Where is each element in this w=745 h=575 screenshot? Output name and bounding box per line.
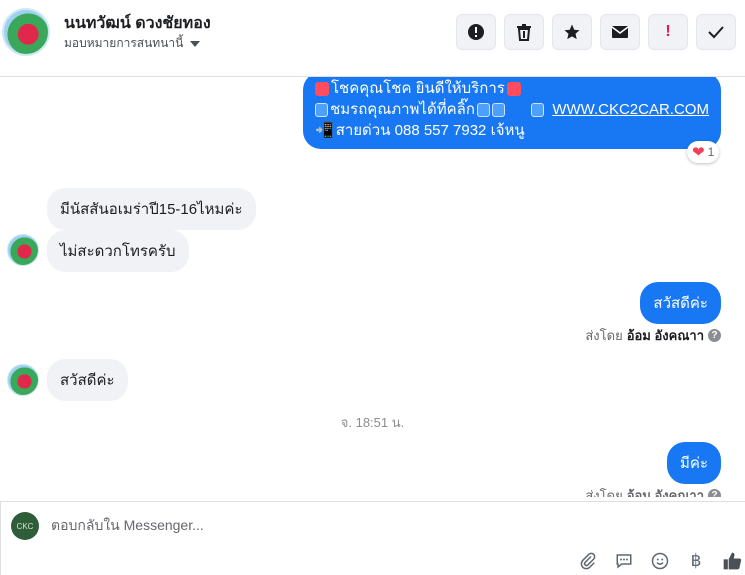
red-square-emoji-icon	[315, 81, 329, 96]
exclamation-icon: !	[665, 23, 671, 40]
chat-bubble-icon	[616, 554, 632, 569]
follow-up-button[interactable]	[456, 14, 496, 50]
sent-by-info: ส่งโดย อ้อม อังคณาา ?	[585, 325, 721, 346]
reaction-count: 1	[707, 145, 715, 159]
sent-by-label: ส่งโดย	[585, 488, 623, 497]
sent-by-name[interactable]: อ้อม อังคณาา	[627, 325, 704, 346]
outgoing-message-bubble[interactable]: มีค่ะ	[667, 442, 721, 484]
down-arrow-emoji-icon	[492, 102, 506, 117]
trash-icon	[517, 24, 531, 41]
promo-text-1: โชคคุณโชค ยินดีให้บริการ	[331, 80, 505, 97]
promo-line-3: 📲 สายด่วน 088 557 7932 เจ้หนู	[315, 120, 709, 141]
done-button[interactable]	[696, 14, 736, 50]
promo-line-2: ชมรถคุณภาพได้ที่คลิ๊ก WWW.CKC2CAR.COM	[315, 99, 709, 120]
outgoing-message-bubble[interactable]: สวัสดีค่ะ	[640, 282, 721, 324]
incoming-message-bubble[interactable]: ไม่สะดวกโทรครับ	[47, 230, 189, 272]
page-avatar: CKC	[11, 512, 39, 540]
emoji-button[interactable]	[649, 550, 671, 572]
caret-down-icon	[190, 40, 201, 47]
phone-emoji-icon: 📲	[315, 122, 334, 139]
website-link[interactable]: WWW.CKC2CAR.COM	[552, 99, 709, 120]
assign-conversation-dropdown[interactable]: มอบหมายการสนทนานี้	[64, 34, 201, 53]
heart-icon: ❤	[692, 144, 705, 161]
incoming-message-bubble[interactable]: มีนัสสันอเมร่าปี15-16ไหมค่ะ	[47, 188, 256, 230]
message-timestamp: จ. 18:51 น.	[340, 415, 405, 430]
envelope-icon	[611, 26, 629, 38]
play-button-emoji-icon	[315, 102, 329, 117]
play-button-emoji-icon	[531, 102, 545, 117]
sent-by-label: ส่งโดย	[585, 328, 623, 343]
reply-input[interactable]	[51, 517, 551, 533]
delete-button[interactable]	[504, 14, 544, 50]
thumbs-up-icon	[723, 552, 742, 570]
alert-circle-icon	[468, 24, 484, 40]
payment-button[interactable]: ฿	[685, 550, 707, 572]
mark-unread-button[interactable]	[600, 14, 640, 50]
help-icon[interactable]: ?	[708, 489, 721, 497]
promo-message-bubble[interactable]: โชคคุณโชค ยินดีให้บริการ ชมรถคุณภาพได้ที…	[303, 77, 721, 149]
baht-icon: ฿	[690, 551, 702, 570]
red-square-emoji-icon	[506, 81, 521, 96]
promo-text-3: สายด่วน 088 557 7932 เจ้หนู	[335, 122, 525, 139]
message-thread[interactable]: โชคคุณโชค ยินดีให้บริการ ชมรถคุณภาพได้ที…	[0, 77, 745, 497]
contact-avatar[interactable]	[2, 8, 50, 56]
attach-button[interactable]	[577, 550, 599, 572]
contact-avatar-small[interactable]	[7, 234, 39, 266]
assign-label: มอบหมายการสนทนานี้	[64, 36, 184, 50]
incoming-message-bubble[interactable]: สวัสดีค่ะ	[47, 359, 128, 401]
composer-tools: ฿	[577, 550, 743, 572]
contact-name[interactable]: นนทวัฒน์ ดวงชัยทอง	[64, 11, 211, 36]
check-icon	[708, 26, 724, 39]
paperclip-icon	[580, 552, 596, 570]
reply-composer: CKC ฿	[0, 501, 745, 575]
promo-text-2: ชมรถคุณภาพได้ที่คลิ๊ก	[330, 101, 475, 118]
smiley-icon	[651, 552, 669, 570]
reaction-badge[interactable]: ❤ 1	[687, 141, 720, 163]
star-button[interactable]	[552, 14, 592, 50]
promo-line-1: โชคคุณโชค ยินดีให้บริการ	[315, 78, 709, 99]
saved-replies-button[interactable]	[613, 550, 635, 572]
contact-avatar-small[interactable]	[7, 364, 39, 396]
spam-button[interactable]: !	[648, 14, 688, 50]
down-arrow-emoji-icon	[476, 102, 490, 117]
header-actions: !	[456, 14, 736, 50]
sent-by-info-cut: ส่งโดย อ้อม อังคณาา ?	[585, 485, 721, 497]
star-icon	[564, 24, 580, 40]
like-button[interactable]	[721, 550, 743, 572]
sent-by-name[interactable]: อ้อม อังคณาา	[627, 485, 704, 497]
conversation-header: นนทวัฒน์ ดวงชัยทอง มอบหมายการสนทนานี้ !	[0, 0, 745, 77]
help-icon[interactable]: ?	[708, 329, 721, 342]
